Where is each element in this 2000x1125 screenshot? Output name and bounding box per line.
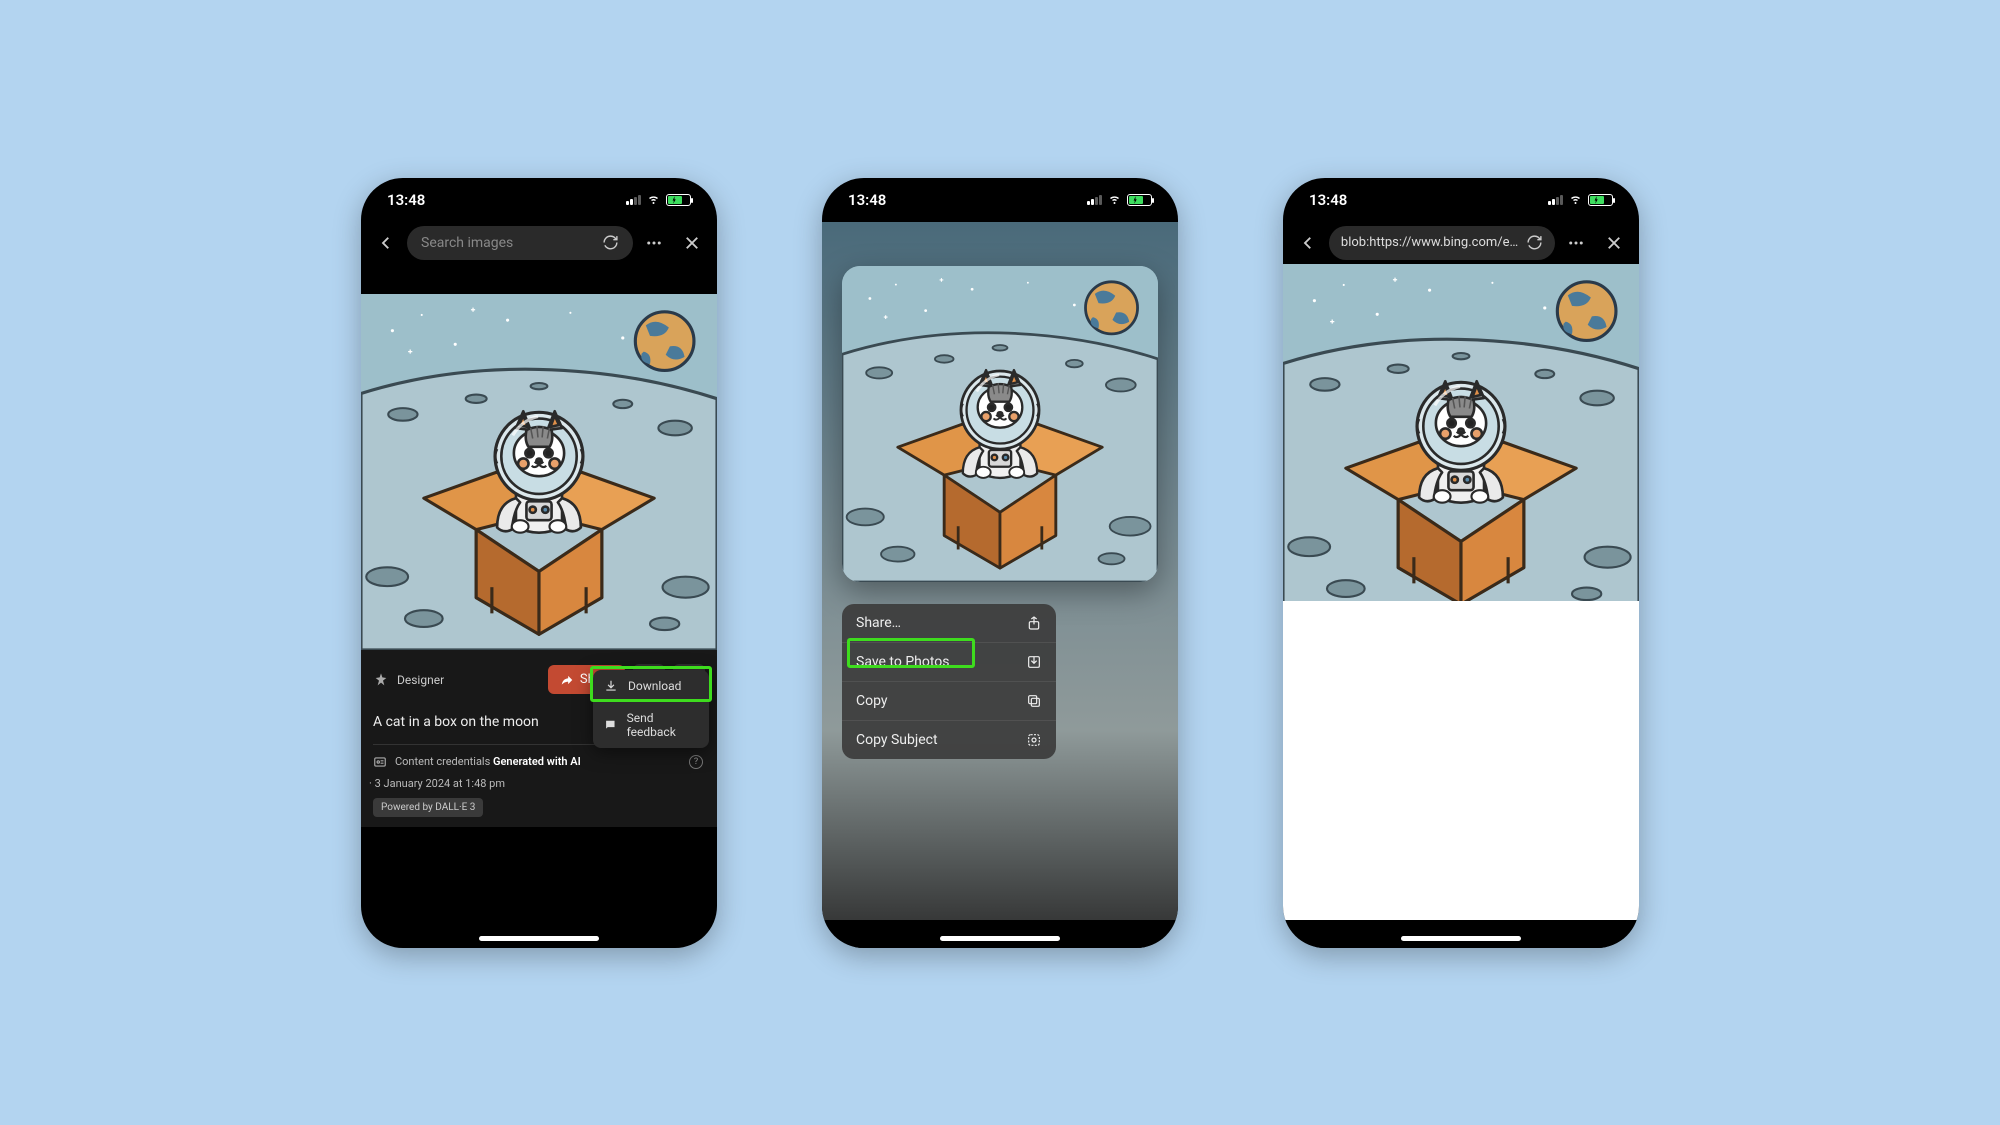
wifi-icon — [1107, 191, 1122, 209]
battery-icon — [1127, 194, 1152, 206]
phone-screenshot-1: 13:48 Search images Designer — [361, 178, 717, 948]
designer-label[interactable]: Designer — [373, 672, 444, 688]
opened-image[interactable] — [1283, 264, 1639, 620]
generated-image[interactable] — [361, 264, 717, 650]
wifi-icon — [1568, 191, 1583, 209]
phone-screenshot-3: 13:48 blob:https://www.bing.com/e… — [1283, 178, 1639, 948]
share-icon — [560, 673, 574, 687]
feedback-item[interactable]: Send feedback — [593, 702, 709, 748]
status-bar: 13:48 — [361, 178, 717, 222]
home-indicator[interactable] — [1401, 936, 1521, 941]
menu-copy[interactable]: Copy — [842, 682, 1056, 721]
browser-toolbar: blob:https://www.bing.com/e… — [1283, 222, 1639, 264]
image-preview[interactable] — [842, 266, 1158, 582]
status-bar: 13:48 — [1283, 178, 1639, 222]
copy-icon — [1026, 693, 1042, 709]
feedback-icon — [604, 718, 617, 732]
close-button[interactable] — [1597, 226, 1631, 260]
status-bar: 13:48 — [822, 178, 1178, 222]
copy-subject-icon — [1026, 732, 1042, 748]
menu-copy-subject[interactable]: Copy Subject — [842, 721, 1056, 759]
highlight-download — [590, 666, 712, 702]
home-indicator[interactable] — [940, 936, 1060, 941]
search-input[interactable]: Search images — [407, 226, 633, 260]
reload-icon[interactable] — [602, 234, 619, 251]
more-button[interactable] — [1559, 226, 1593, 260]
cellular-icon — [626, 195, 641, 205]
cellular-icon — [1548, 195, 1563, 205]
content-credentials[interactable]: Content credentials Generated with AI · … — [373, 755, 705, 790]
status-time: 13:48 — [848, 191, 886, 209]
designer-icon — [373, 672, 389, 688]
browser-toolbar: Search images — [361, 222, 717, 264]
search-placeholder: Search images — [421, 235, 513, 251]
home-indicator[interactable] — [479, 936, 599, 941]
highlight-save-photos — [847, 638, 975, 668]
status-indicators — [1548, 191, 1613, 209]
save-photos-icon — [1026, 654, 1042, 670]
phone-screenshot-2: 13:48 Share… Save to Photos Copy Copy Su… — [822, 178, 1178, 948]
menu-share[interactable]: Share… — [842, 604, 1056, 643]
url-text: blob:https://www.bing.com/e… — [1341, 235, 1518, 250]
dalle-badge: Powered by DALL·E 3 — [373, 798, 483, 817]
more-button[interactable] — [637, 226, 671, 260]
url-bar[interactable]: blob:https://www.bing.com/e… — [1329, 226, 1555, 260]
battery-icon — [1588, 194, 1613, 206]
status-time: 13:48 — [387, 191, 425, 209]
credentials-icon — [373, 755, 387, 769]
status-indicators — [1087, 191, 1152, 209]
reload-icon[interactable] — [1526, 234, 1543, 251]
context-menu: Share… Save to Photos Copy Copy Subject — [842, 604, 1056, 759]
back-button[interactable] — [369, 226, 403, 260]
close-button[interactable] — [675, 226, 709, 260]
wifi-icon — [646, 191, 661, 209]
page-background — [1283, 601, 1639, 920]
info-icon[interactable]: ? — [689, 755, 703, 769]
back-button[interactable] — [1291, 226, 1325, 260]
status-time: 13:48 — [1309, 191, 1347, 209]
battery-icon — [666, 194, 691, 206]
cellular-icon — [1087, 195, 1102, 205]
share-icon — [1026, 615, 1042, 631]
status-indicators — [626, 191, 691, 209]
